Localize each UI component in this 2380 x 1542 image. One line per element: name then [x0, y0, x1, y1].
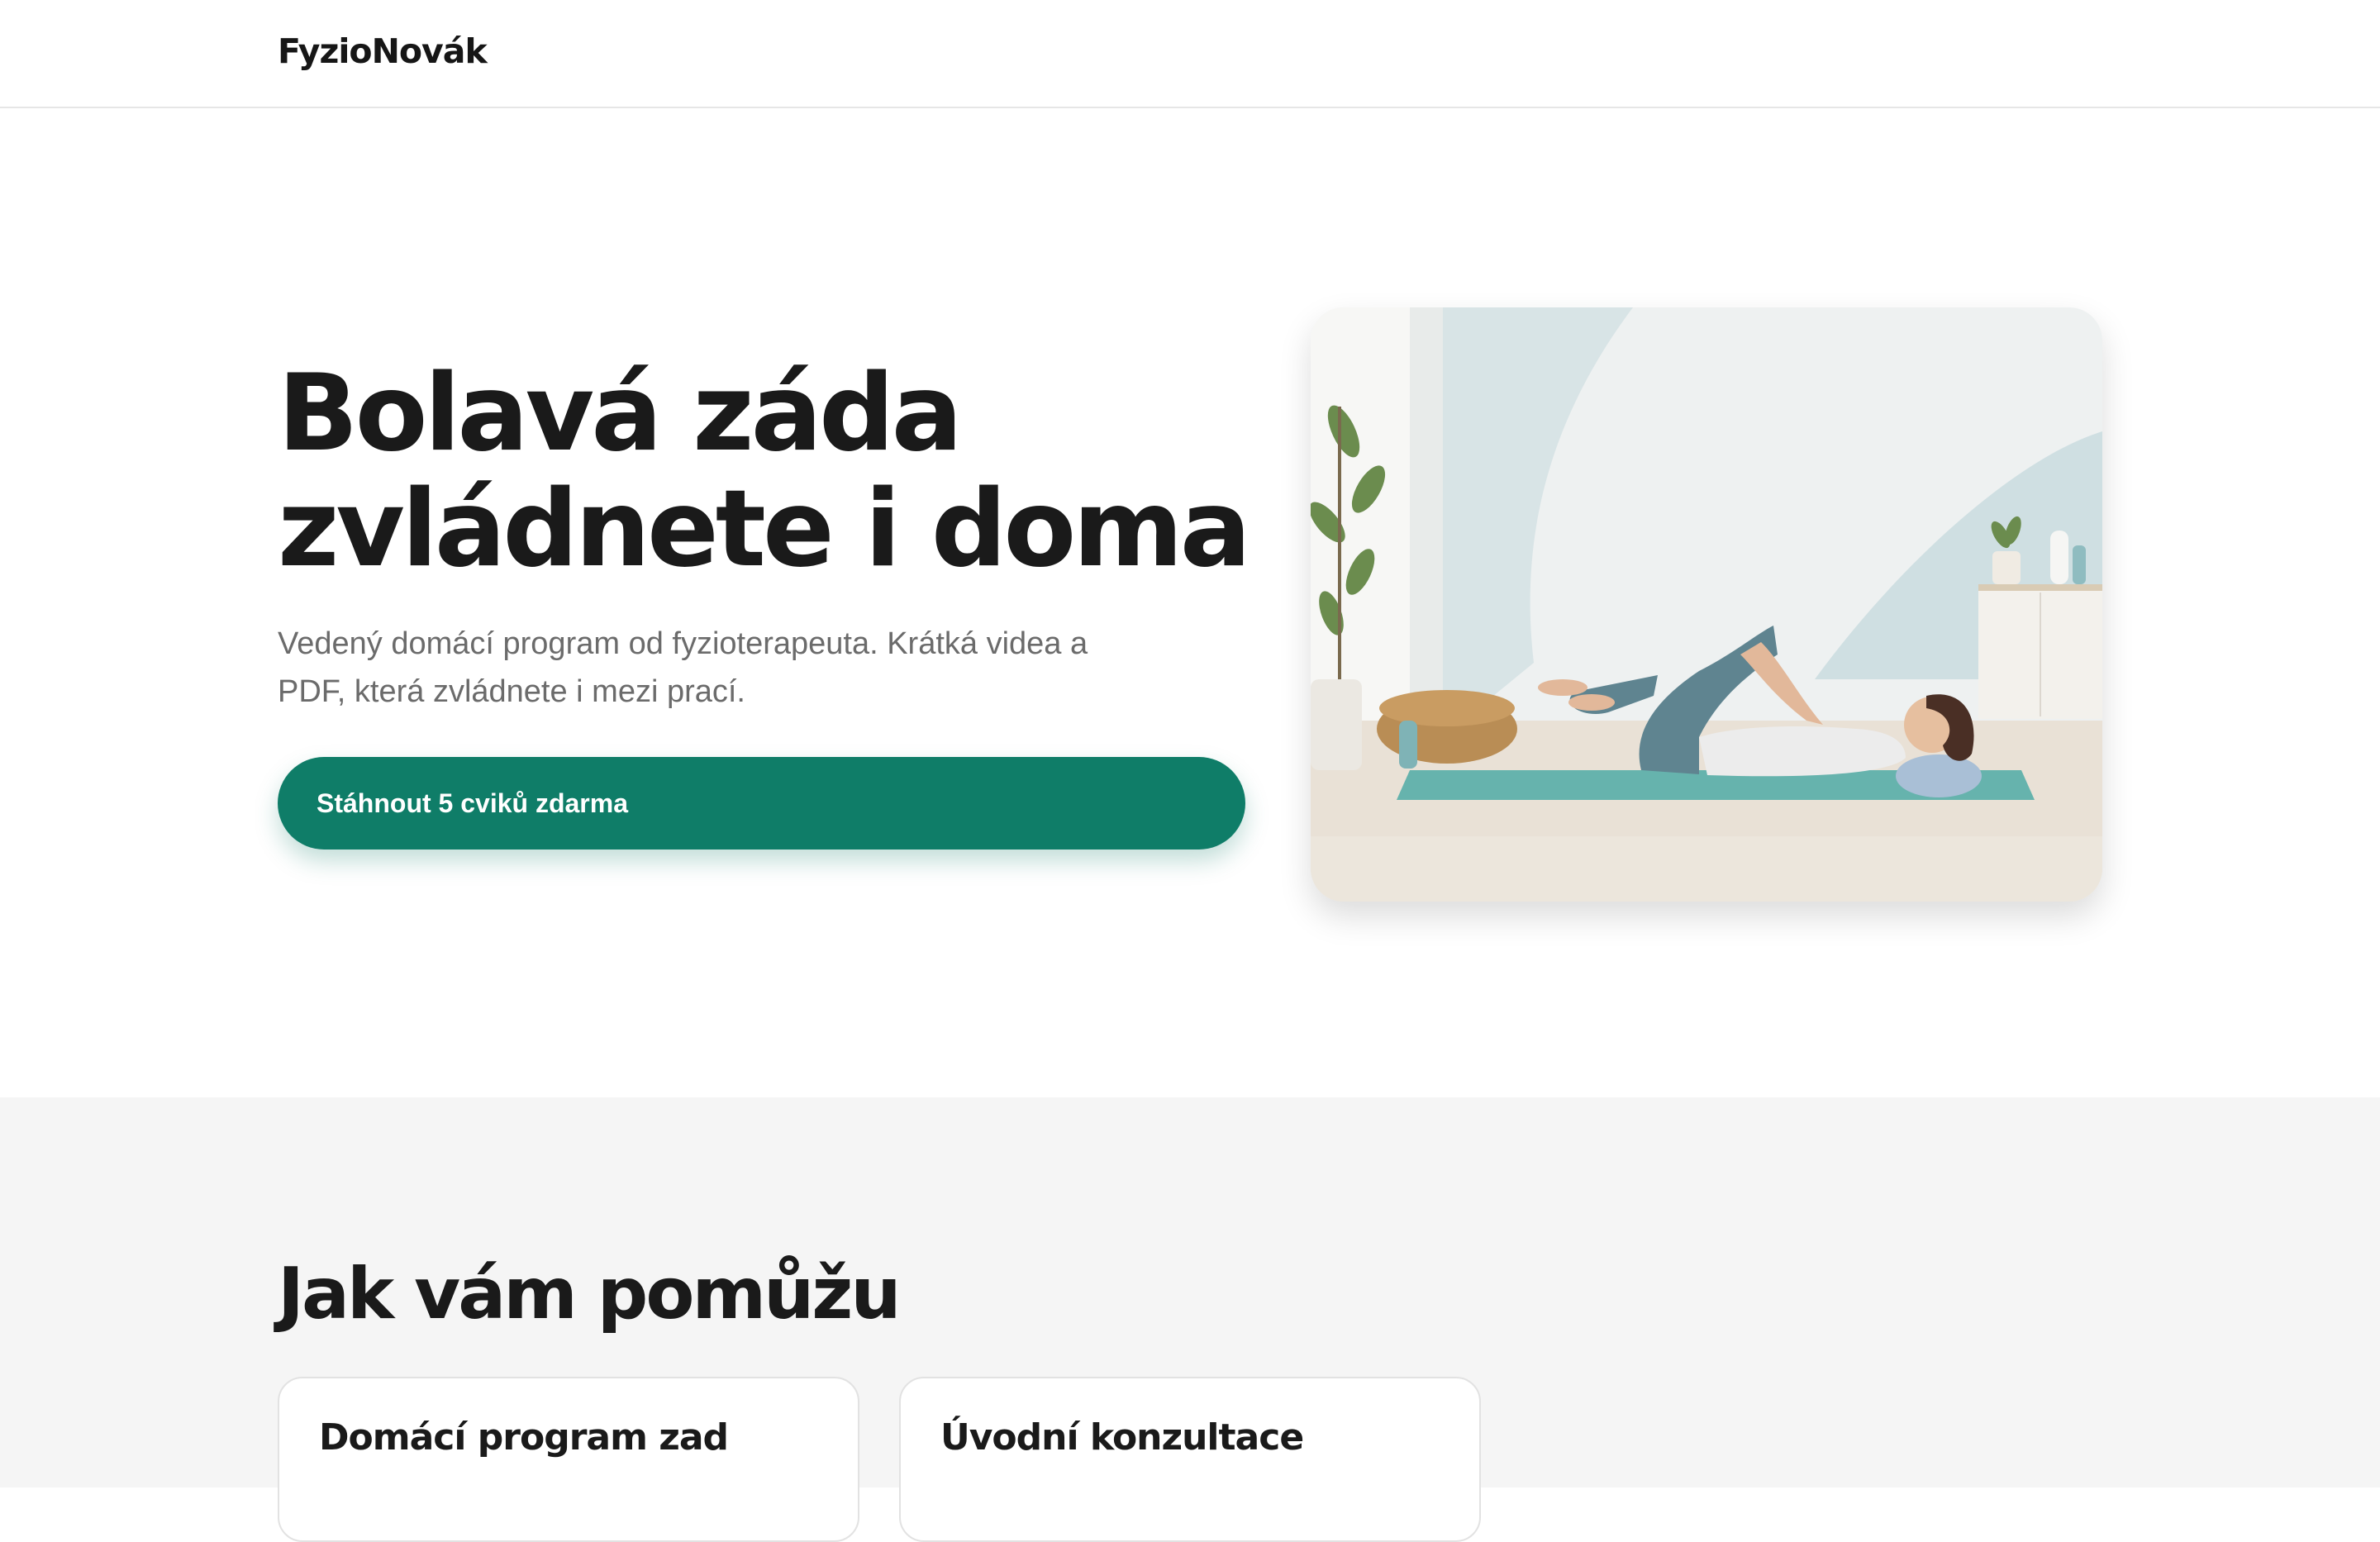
hero-subtitle-line-1: Vedený domácí program od fyzioterapeuta.…	[278, 626, 1088, 661]
hero-subtitle: Vedený domácí program od fyzioterapeuta.…	[278, 620, 1187, 716]
service-card-home-program[interactable]: Domácí program zad	[278, 1377, 859, 1542]
services-section: Jak vám pomůžu Domácí program zad Úvodní…	[0, 1097, 2380, 1542]
hero-title: Bolavá záda zvládnete i doma	[278, 356, 1269, 588]
hero-title-line-2: zvládnete i doma	[278, 468, 1251, 591]
service-card-title: Úvodní konzultace	[940, 1416, 1304, 1459]
service-card-consultation[interactable]: Úvodní konzultace	[899, 1377, 1481, 1542]
hero-exercise-photo	[1311, 307, 2102, 902]
download-exercises-button[interactable]: Stáhnout 5 cviků zdarma	[278, 757, 1245, 850]
service-card-title: Domácí program zad	[319, 1416, 729, 1459]
brand-logo[interactable]: FyzioNovák	[278, 31, 488, 71]
site-header: FyzioNovák	[0, 0, 2380, 108]
hero-title-line-1: Bolavá záda	[278, 352, 963, 475]
hero-section: Bolavá záda zvládnete i doma Vedený domá…	[0, 108, 2380, 1097]
services-title: Jak vám pomůžu	[278, 1253, 902, 1335]
hero-subtitle-line-2: PDF, která zvládnete i mezi prací.	[278, 674, 745, 709]
